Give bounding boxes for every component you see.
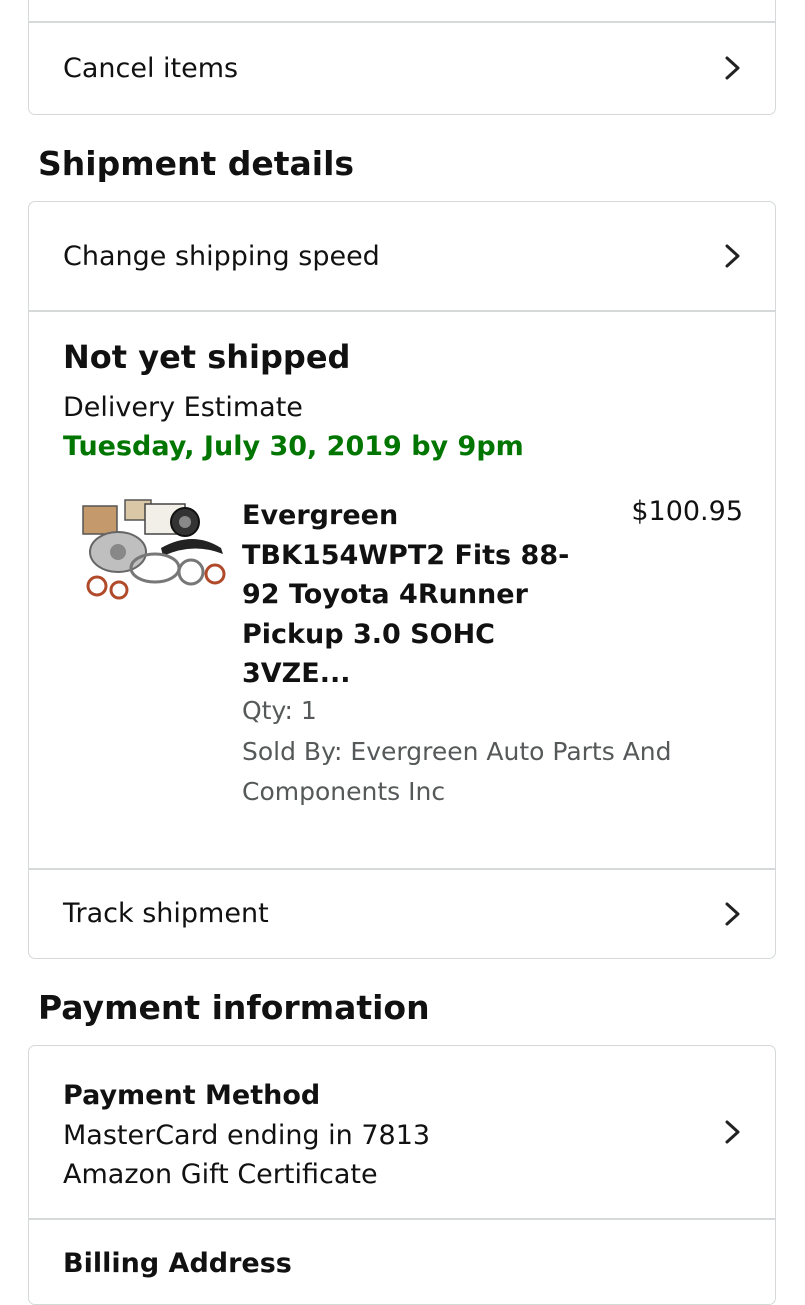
- payment-method-row[interactable]: Payment Method MasterCard ending in 7813…: [29, 1046, 775, 1218]
- payment-card: Payment Method MasterCard ending in 7813…: [28, 1045, 776, 1305]
- cancel-items-row[interactable]: Cancel items: [29, 23, 775, 113]
- billing-address-label: Billing Address: [63, 1248, 292, 1279]
- chevron-right-icon: [717, 1117, 747, 1147]
- chevron-right-icon: [717, 899, 747, 929]
- shipment-card: Change shipping speed Not yet shipped De…: [28, 201, 776, 959]
- payment-method-line: Amazon Gift Certificate: [63, 1159, 378, 1190]
- change-shipping-speed-label: Change shipping speed: [63, 240, 380, 272]
- product-sold-by: Sold By: Evergreen Auto Parts And Compon…: [242, 732, 672, 812]
- product-title-line: 3VZE...: [242, 658, 351, 689]
- timing-belt-kit-image-icon: [82, 499, 226, 600]
- product-title[interactable]: Evergreen TBK154WPT2 Fits 88- 92 Toyota …: [242, 496, 582, 694]
- delivery-estimate-date: Tuesday, July 30, 2019 by 9pm: [63, 431, 524, 462]
- product-image[interactable]: [73, 490, 233, 610]
- product-price: $100.95: [631, 496, 743, 527]
- product-title-line: Pickup 3.0 SOHC: [242, 618, 495, 650]
- divider: [29, 1218, 775, 1220]
- product-title-line: Evergreen: [242, 500, 399, 531]
- payment-method-line: MasterCard ending in 7813: [63, 1119, 431, 1151]
- divider: [29, 310, 775, 312]
- delivery-estimate-label: Delivery Estimate: [63, 392, 303, 423]
- sold-by-line: Components Inc: [242, 777, 446, 806]
- cancel-card: Cancel items: [28, 0, 776, 115]
- product-title-line: 92 Toyota 4Runner: [242, 579, 528, 610]
- product-qty: Qty: 1: [242, 696, 317, 725]
- track-shipment-label: Track shipment: [63, 898, 269, 929]
- shipment-details-heading: Shipment details: [38, 144, 355, 183]
- track-shipment-row[interactable]: Track shipment: [29, 869, 775, 958]
- product-title-line: TBK154WPT2 Fits 88-: [242, 539, 570, 571]
- shipment-status: Not yet shipped: [63, 338, 351, 376]
- chevron-right-icon: [717, 241, 747, 271]
- cancel-items-label: Cancel items: [63, 52, 239, 84]
- chevron-right-icon: [717, 53, 747, 83]
- payment-information-heading: Payment information: [38, 988, 430, 1027]
- payment-method-label: Payment Method: [63, 1080, 321, 1111]
- change-shipping-speed-row[interactable]: Change shipping speed: [29, 202, 775, 310]
- sold-by-line: Sold By: Evergreen Auto Parts And: [242, 737, 672, 766]
